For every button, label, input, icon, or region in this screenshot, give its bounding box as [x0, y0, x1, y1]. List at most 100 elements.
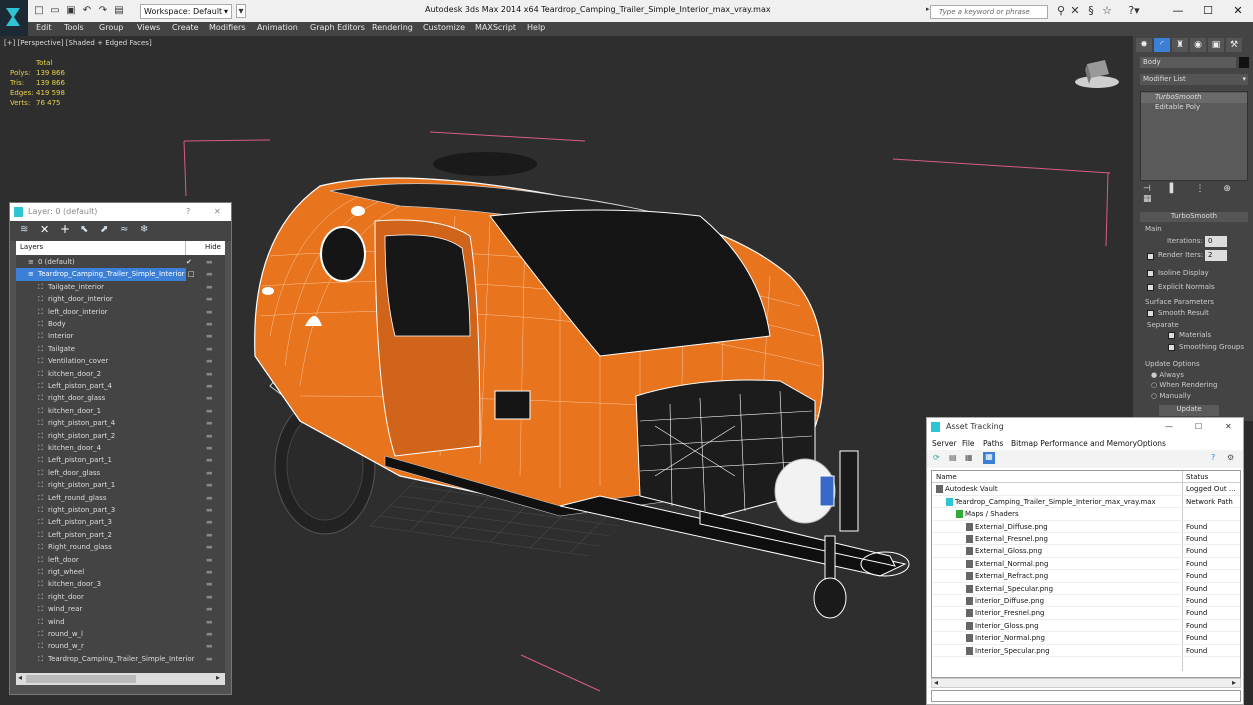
tools-icon[interactable]: ✕	[1068, 4, 1082, 18]
layer-row[interactable]: ⛶ Interior ▬	[16, 330, 225, 342]
layer-row[interactable]: ⛶ Teardrop_Camping_Trailer_Simple_Interio…	[16, 653, 225, 665]
hide-toggle-icon[interactable]: ▬	[206, 256, 213, 268]
asset-row[interactable]: External_Gloss.png Found	[932, 545, 1240, 558]
smoothing-groups-checkbox[interactable]	[1168, 344, 1175, 351]
close-icon[interactable]: ✕	[214, 203, 221, 221]
workspace-menu-icon[interactable]: ▾	[236, 4, 246, 18]
scroll-left-icon[interactable]: ◂	[18, 673, 22, 682]
asset-row[interactable]: Interior_Gloss.png Found	[932, 620, 1240, 633]
menu-maxscript[interactable]: MAXScript	[475, 23, 516, 32]
layer-row[interactable]: ⛶ left_door_interior ▬	[16, 306, 225, 318]
menu-customize[interactable]: Customize	[423, 23, 465, 32]
list-icon[interactable]: ▤	[949, 453, 957, 462]
layer-row[interactable]: ⛶ kitchen_door_3 ▬	[16, 578, 225, 590]
update-button[interactable]: Update	[1159, 405, 1219, 416]
scroll-right-icon[interactable]: ▸	[216, 673, 220, 682]
menu-create[interactable]: Create	[172, 23, 199, 32]
menu-edit[interactable]: Edit	[36, 23, 52, 32]
asset-row[interactable]: Autodesk Vault Logged Out ...	[932, 483, 1240, 496]
hide-toggle-icon[interactable]: ▬	[206, 343, 213, 355]
hide-toggle-icon[interactable]: ▬	[206, 640, 213, 652]
hide-toggle-icon[interactable]: ▬	[206, 318, 213, 330]
layer-row[interactable]: ⛶ right_piston_part_2 ▬	[16, 430, 225, 442]
layer-row[interactable]: ⛶ Tailgate ▬	[16, 343, 225, 355]
hide-toggle-icon[interactable]: ▬	[206, 554, 213, 566]
menu-views[interactable]: Views	[137, 23, 160, 32]
layer-row[interactable]: ⛶ Body ▬	[16, 318, 225, 330]
hide-toggle-icon[interactable]: ▬	[206, 529, 213, 541]
hide-toggle-icon[interactable]: ▬	[206, 281, 213, 293]
column-name[interactable]: Name	[936, 471, 957, 483]
stack-item-turbosmooth[interactable]: TurboSmooth	[1141, 93, 1247, 103]
utilities-tab-icon[interactable]: ⚒	[1226, 38, 1242, 52]
layer-row[interactable]: ⛶ left_door ▬	[16, 554, 225, 566]
asset-row[interactable]: Teardrop_Camping_Trailer_Simple_Interior…	[932, 496, 1240, 509]
hide-toggle-icon[interactable]: ▬	[206, 268, 213, 280]
hide-toggle-icon[interactable]: ▬	[206, 306, 213, 318]
hide-toggle-icon[interactable]: ▬	[206, 430, 213, 442]
menu-rendering[interactable]: Rendering	[372, 23, 413, 32]
turbosmooth-rollout-header[interactable]: TurboSmooth	[1140, 212, 1248, 222]
scroll-left-icon[interactable]: ◂	[934, 678, 938, 687]
save-icon[interactable]: ▣	[64, 4, 78, 18]
smooth-result-checkbox[interactable]	[1147, 310, 1154, 317]
hide-toggle-icon[interactable]: ▬	[206, 355, 213, 367]
asset-row[interactable]: External_Refract.png Found	[932, 570, 1240, 583]
layer-row[interactable]: ⛶ wind ▬	[16, 616, 225, 628]
object-color-swatch[interactable]	[1239, 57, 1249, 68]
layer-row[interactable]: ⛶ right_door ▬	[16, 591, 225, 603]
layer-row[interactable]: ≡ Teardrop_Camping_Trailer_Simple_Interio…	[16, 268, 213, 281]
layer-row[interactable]: ≡ 0 (default) ✔ ▬	[16, 256, 225, 268]
layer-row[interactable]: ⛶ kitchen_door_4 ▬	[16, 442, 225, 454]
search-input[interactable]: Type a keyword or phrase	[930, 5, 1048, 19]
project-folder-icon[interactable]: ▤	[112, 4, 126, 18]
render-iters-spinner[interactable]: 2	[1205, 250, 1227, 261]
layer-row[interactable]: ⛶ Left_piston_part_1 ▬	[16, 454, 225, 466]
motion-tab-icon[interactable]: ◉	[1190, 38, 1206, 52]
hide-toggle-icon[interactable]: ▬	[206, 504, 213, 516]
hide-toggle-icon[interactable]: ▬	[206, 603, 213, 615]
delete-layer-icon[interactable]: ✕	[40, 223, 49, 236]
isoline-checkbox[interactable]	[1147, 270, 1154, 277]
hide-toggle-icon[interactable]: ▬	[206, 566, 213, 578]
viewport-label[interactable]: [+] [Perspective] [Shaded + Edged Faces]	[4, 39, 152, 47]
hide-toggle-icon[interactable]: ▬	[206, 467, 213, 479]
layer-row[interactable]: ⛶ Left_piston_part_4 ▬	[16, 380, 225, 392]
scroll-thumb[interactable]	[26, 675, 136, 683]
layer-row[interactable]: ⛶ Tailgate_interior ▬	[16, 281, 225, 293]
redo-icon[interactable]: ↷	[96, 4, 110, 18]
asset-row[interactable]: External_Specular.png Found	[932, 583, 1240, 595]
layer-row[interactable]: ⛶ Right_round_glass ▬	[16, 541, 225, 553]
menu-animation[interactable]: Animation	[257, 23, 298, 32]
hide-toggle-icon[interactable]: ▬	[206, 492, 213, 504]
menu-bitmap-performance[interactable]: Bitmap Performance and Memory	[1011, 439, 1137, 448]
menu-group[interactable]: Group	[99, 23, 123, 32]
hide-toggle-icon[interactable]: ▬	[206, 578, 213, 590]
menu-paths[interactable]: Paths	[983, 439, 1003, 448]
horizontal-scrollbar[interactable]: ◂ ▸	[16, 673, 225, 685]
asset-path-field[interactable]	[931, 690, 1241, 702]
materials-checkbox[interactable]	[1168, 332, 1175, 339]
hide-toggle-icon[interactable]: ▬	[206, 405, 213, 417]
help-icon[interactable]: ?	[1211, 453, 1215, 462]
asset-row[interactable]: Maps / Shaders	[932, 508, 1240, 521]
column-layers[interactable]: Layers	[20, 243, 43, 251]
hide-toggle-icon[interactable]: ▬	[206, 417, 213, 429]
layer-row[interactable]: ⛶ Left_piston_part_3 ▬	[16, 516, 225, 528]
hide-toggle-icon[interactable]: ▬	[206, 653, 213, 665]
menu-modifiers[interactable]: Modifiers	[209, 23, 246, 32]
layer-row[interactable]: ⛶ left_door_glass ▬	[16, 467, 225, 479]
layer-row[interactable]: ⛶ right_door_glass ▬	[16, 392, 225, 404]
column-hide[interactable]: Hide	[205, 243, 221, 251]
display-tab-icon[interactable]: ▣	[1208, 38, 1224, 52]
asset-row[interactable]: Interior_Specular.png Found	[932, 645, 1240, 657]
layer-row[interactable]: ⛶ Left_round_glass ▬	[16, 492, 225, 504]
hide-toggle-icon[interactable]: ▬	[206, 541, 213, 553]
app-logo[interactable]	[0, 0, 28, 36]
asset-horizontal-scrollbar[interactable]: ◂ ▸	[931, 678, 1241, 688]
menu-help[interactable]: Help	[527, 23, 545, 32]
asset-row[interactable]: External_Fresnel.png Found	[932, 533, 1240, 546]
layer-row[interactable]: ⛶ kitchen_door_2 ▬	[16, 368, 225, 380]
hide-toggle-icon[interactable]: ▬	[206, 293, 213, 305]
undo-icon[interactable]: ↶	[80, 4, 94, 18]
